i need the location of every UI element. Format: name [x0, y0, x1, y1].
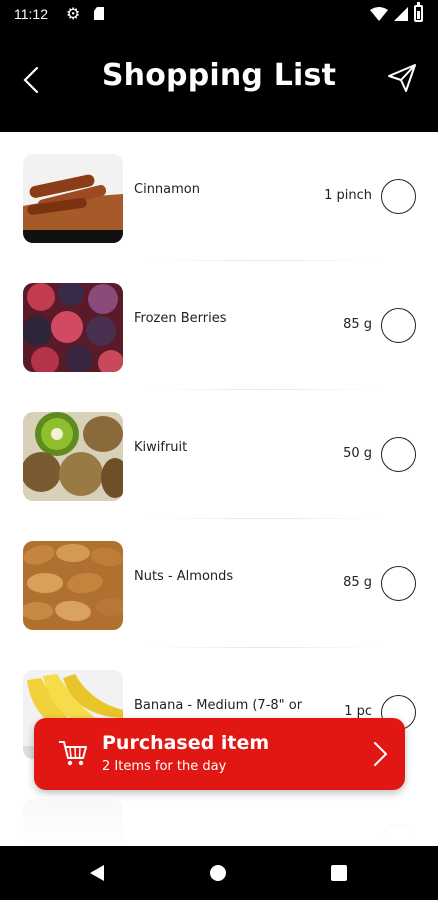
item-name: Nuts - Almonds [134, 569, 234, 584]
settings-gear-icon: ⚙ [66, 4, 81, 23]
chevron-right-icon [374, 742, 388, 766]
list-item[interactable]: Nuts - Almonds 85 g [0, 519, 438, 648]
item-name: Kiwifruit [134, 440, 188, 455]
send-icon[interactable] [386, 62, 418, 94]
list-item[interactable]: Frozen Berries 85 g [0, 261, 438, 390]
shopping-cart-icon [59, 741, 87, 766]
banner-subtitle: 2 Items for the day [102, 759, 227, 774]
almonds-image [23, 541, 123, 630]
wifi-icon [370, 7, 388, 21]
banner-title: Purchased item [102, 732, 270, 754]
list-item[interactable]: Kiwifruit 50 g [0, 390, 438, 519]
nav-home-icon[interactable] [210, 865, 226, 881]
battery-icon [414, 2, 423, 22]
purchase-checkbox[interactable] [381, 437, 416, 472]
purchase-checkbox[interactable] [381, 308, 416, 343]
berries-image [23, 283, 123, 372]
nav-back-icon[interactable] [90, 865, 104, 881]
item-quantity: 85 g [343, 317, 372, 332]
item-quantity: 50 g [343, 446, 372, 461]
status-bar: 11:12 ⚙ [0, 0, 438, 28]
sd-card-icon [94, 7, 104, 20]
app-bar: Shopping List [0, 28, 438, 132]
purchased-items-banner[interactable]: Purchased item 2 Items for the day [34, 718, 405, 790]
item-quantity: 1 pc [344, 704, 372, 719]
system-nav-bar [0, 846, 438, 900]
list-item[interactable]: Cinnamon 1 pinch [0, 132, 438, 261]
cinnamon-image [23, 154, 123, 243]
purchase-checkbox[interactable] [381, 566, 416, 601]
status-time: 11:12 [14, 6, 48, 22]
cell-signal-icon [394, 7, 408, 21]
item-name: Cinnamon [134, 182, 200, 197]
page-title: Shopping List [101, 58, 337, 93]
purchase-checkbox[interactable] [381, 179, 416, 214]
kiwifruit-image [23, 412, 123, 501]
item-quantity: 85 g [343, 575, 372, 590]
item-quantity: 1 pinch [324, 188, 372, 203]
nav-recents-icon[interactable] [331, 865, 347, 881]
item-name: Frozen Berries [134, 311, 227, 326]
